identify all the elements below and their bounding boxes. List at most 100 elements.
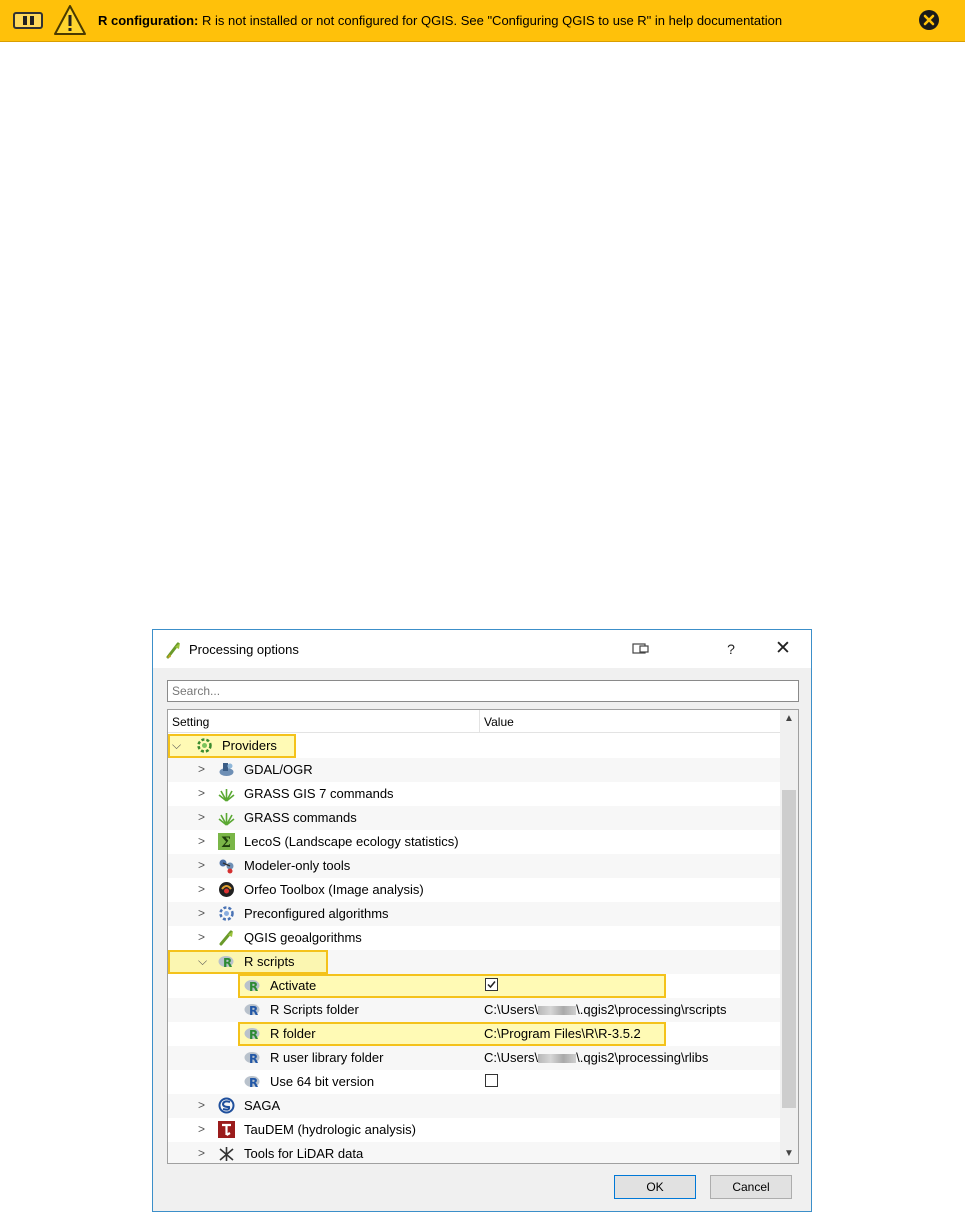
grass-icon: [218, 789, 235, 802]
close-button[interactable]: ✕: [768, 638, 798, 660]
chevron-right-icon[interactable]: >: [198, 858, 210, 872]
dialog-titlebar: Processing options ? ✕: [153, 630, 811, 668]
tree-row-r-scripts-folder[interactable]: R R Scripts folder C:\Users\ \.qgis2\proc…: [168, 998, 780, 1022]
gear-icon: [219, 906, 234, 921]
r-icon: R: [244, 1052, 260, 1066]
scrollbar-thumb[interactable]: [782, 790, 796, 1108]
tree-row-label: LecoS (Landscape ecology statistics): [244, 834, 459, 849]
tree-row-label: SAGA: [244, 1098, 281, 1113]
context-help-icon[interactable]: [627, 638, 657, 660]
tree-row-value[interactable]: C:\Program Files\R\R-3.5.2: [484, 1026, 641, 1041]
tree-row-label: GRASS GIS 7 commands: [244, 786, 394, 801]
r-icon: R: [244, 1076, 260, 1090]
tree-row-label: R user library folder: [270, 1050, 384, 1065]
chevron-right-icon[interactable]: >: [198, 1122, 210, 1136]
search-input[interactable]: Search...: [167, 680, 799, 702]
message-text: R configuration: R is not installed or n…: [98, 13, 782, 28]
qgis-icon: [166, 642, 180, 659]
tree-row-preconfigured-algorithms[interactable]: > Preconfigured algorithms: [168, 902, 780, 926]
chevron-right-icon[interactable]: >: [198, 1146, 210, 1160]
r-icon: R: [244, 1004, 260, 1018]
tree-row-label: GDAL/OGR: [244, 762, 313, 777]
ok-button[interactable]: OK: [614, 1175, 696, 1199]
chevron-right-icon[interactable]: >: [198, 930, 210, 944]
tree-row-label: R scripts: [244, 954, 295, 969]
svg-text:R: R: [223, 956, 232, 970]
tree-row-label: R Scripts folder: [270, 1002, 359, 1017]
chevron-right-icon[interactable]: >: [198, 786, 210, 800]
tree-row-r-folder[interactable]: R R folder C:\Program Files\R\R-3.5.2: [168, 1022, 780, 1046]
dialog-title: Processing options: [189, 642, 299, 657]
use-64-bit-checkbox[interactable]: [485, 1074, 498, 1087]
chevron-right-icon[interactable]: >: [198, 762, 210, 776]
tree-row-orfeo-toolbox[interactable]: > Orfeo Toolbox (Image analysis): [168, 878, 780, 902]
tree-row-lecos[interactable]: > Σ LecoS (Landscape ecology statistics): [168, 830, 780, 854]
scroll-up-icon[interactable]: ▲: [780, 710, 798, 728]
r-icon: R: [218, 956, 234, 970]
tree-row-label: Preconfigured algorithms: [244, 906, 389, 921]
pause-icon[interactable]: [13, 12, 43, 29]
tree-row-label: TauDEM (hydrologic analysis): [244, 1122, 416, 1137]
grass-icon: [218, 813, 235, 826]
activate-checkbox[interactable]: [485, 978, 498, 991]
modeler-icon: [219, 859, 234, 874]
saga-icon: [218, 1097, 235, 1114]
tree-row-label: Providers: [222, 738, 277, 753]
column-header-setting[interactable]: Setting: [172, 715, 209, 729]
close-icon[interactable]: [919, 10, 939, 30]
chevron-right-icon[interactable]: >: [198, 810, 210, 824]
tree-row-grass-commands[interactable]: > GRASS commands: [168, 806, 780, 830]
tree-row-gdal-ogr[interactable]: > GDAL/OGR: [168, 758, 780, 782]
tree-row-label: Use 64 bit version: [270, 1074, 375, 1089]
orfeo-icon: [219, 882, 234, 897]
svg-text:R: R: [249, 1028, 258, 1042]
tree-row-label: Modeler-only tools: [244, 858, 351, 873]
column-header-value[interactable]: Value: [484, 715, 514, 729]
tree-rows: ⌵ Providers > GDAL/OGR > GRASS GIS 7 com…: [168, 734, 780, 1163]
tree-row-lidar[interactable]: > Tools for LiDAR data: [168, 1142, 780, 1163]
chevron-right-icon[interactable]: >: [198, 1098, 210, 1112]
taudem-icon: [218, 1121, 235, 1138]
tree-row-qgis-geoalgorithms[interactable]: > QGIS geoalgorithms: [168, 926, 780, 950]
tree-row-saga[interactable]: > SAGA: [168, 1094, 780, 1118]
lidar-icon: [219, 1147, 234, 1161]
gear-icon: [197, 738, 212, 753]
redacted-username: [538, 1006, 577, 1016]
tree-row-providers[interactable]: ⌵ Providers: [168, 734, 780, 758]
svg-text:R: R: [249, 1004, 258, 1018]
chevron-right-icon[interactable]: >: [198, 882, 210, 896]
svg-text:R: R: [249, 1052, 258, 1066]
tree-row-use-64-bit[interactable]: R Use 64 bit version: [168, 1070, 780, 1094]
svg-text:Σ: Σ: [221, 835, 231, 850]
scroll-down-icon[interactable]: ▼: [780, 1145, 798, 1163]
chevron-right-icon[interactable]: >: [198, 906, 210, 920]
tree-row-modeler-only-tools[interactable]: > Modeler-only tools: [168, 854, 780, 878]
tree-row-value[interactable]: C:\Users\ \.qgis2\processing\rlibs: [484, 1050, 708, 1065]
r-icon: R: [244, 1028, 260, 1042]
help-button[interactable]: ?: [716, 638, 746, 660]
redacted-username: [538, 1054, 577, 1064]
vertical-scrollbar[interactable]: ▲ ▼: [780, 710, 798, 1163]
chevron-down-icon[interactable]: ⌵: [198, 954, 210, 968]
warning-icon: [54, 5, 86, 35]
tree-row-r-scripts[interactable]: ⌵ R R scripts: [168, 950, 780, 974]
tree-row-taudem[interactable]: > TauDEM (hydrologic analysis): [168, 1118, 780, 1142]
settings-tree[interactable]: Setting Value ⌵ Providers > GDAL/OGR > G…: [167, 709, 799, 1164]
lecos-icon: Σ: [218, 833, 235, 850]
message-bar: R configuration: R is not installed or n…: [0, 0, 965, 42]
gdal-icon: [219, 763, 234, 776]
tree-row-label: R folder: [270, 1026, 316, 1041]
tree-row-r-user-library-folder[interactable]: R R user library folder C:\Users\ \.qgis2…: [168, 1046, 780, 1070]
tree-row-grass-gis-7[interactable]: > GRASS GIS 7 commands: [168, 782, 780, 806]
tree-row-value[interactable]: C:\Users\ \.qgis2\processing\rscripts: [484, 1002, 726, 1017]
tree-row-label: GRASS commands: [244, 810, 357, 825]
tree-row-activate[interactable]: R Activate: [168, 974, 780, 998]
tree-header: Setting Value: [168, 710, 780, 733]
message-title: R configuration:: [98, 13, 199, 28]
chevron-right-icon[interactable]: >: [198, 834, 210, 848]
qgis-icon: [219, 930, 233, 946]
message-body: R is not installed or not configured for…: [202, 13, 783, 28]
svg-text:R: R: [249, 980, 258, 994]
chevron-down-icon[interactable]: ⌵: [172, 738, 184, 752]
cancel-button[interactable]: Cancel: [710, 1175, 792, 1199]
